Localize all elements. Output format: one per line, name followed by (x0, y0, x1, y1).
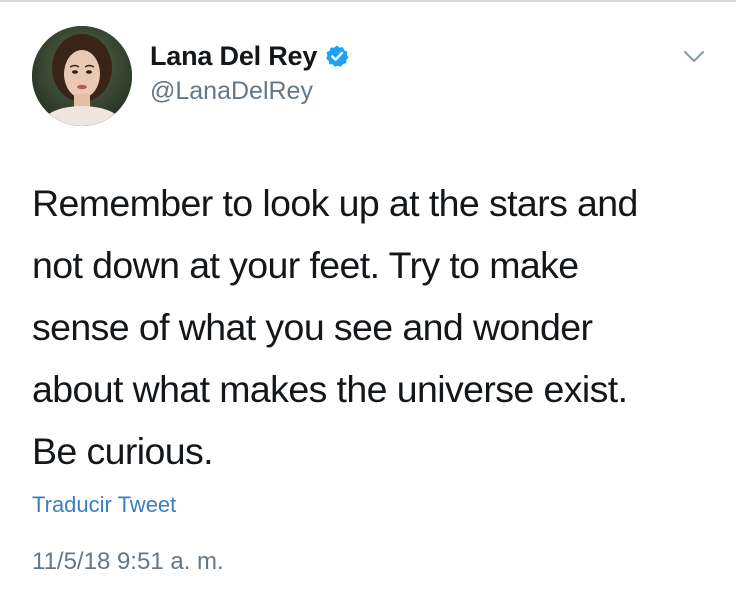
profile-photo-icon (32, 26, 132, 126)
tweet-timestamp[interactable]: 11/5/18 9:51 a. m. (32, 548, 224, 576)
author-handle[interactable]: @LanaDelRey (150, 77, 313, 106)
author-name-row: Lana Del Rey (150, 38, 349, 74)
tweet-text: Remember to look up at the stars and not… (32, 182, 638, 472)
avatar[interactable] (32, 26, 132, 126)
chevron-down-icon[interactable] (683, 48, 705, 66)
verified-badge-icon (325, 44, 349, 68)
translate-tweet-link[interactable]: Traducir Tweet (32, 492, 176, 518)
display-name[interactable]: Lana Del Rey (150, 41, 317, 72)
tweet-card: Lana Del Rey @LanaDelRey Remember to loo… (0, 0, 736, 600)
